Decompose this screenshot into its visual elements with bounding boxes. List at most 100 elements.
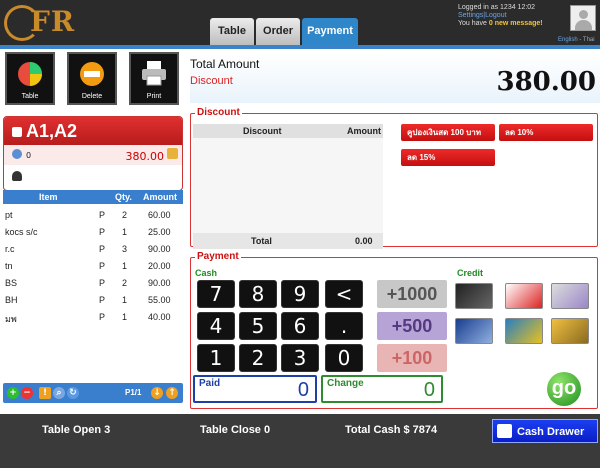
discount-label: Discount	[190, 75, 233, 87]
item-row[interactable]: tn P 1 20.00	[3, 259, 183, 275]
message-prefix: You have	[458, 20, 487, 27]
total-amount-value: 380.00	[496, 67, 596, 97]
print-button[interactable]: Print	[129, 52, 179, 105]
col-discount-amount: Amount	[347, 126, 381, 136]
items-header: Item Qty. Amount	[3, 190, 183, 204]
key-4[interactable]: 4	[197, 312, 235, 340]
discount-section: Discount Discount Amount Total 0.00 คูปอ…	[190, 107, 598, 249]
col-qty: Qty.	[115, 192, 132, 202]
payment-legend: Payment	[195, 251, 241, 262]
add-1000-button[interactable]: +1000	[377, 280, 447, 308]
credit-card-5-icon[interactable]	[505, 318, 543, 344]
tab-order[interactable]: Order	[256, 18, 300, 45]
search-icon[interactable]: ⌕	[53, 387, 65, 399]
table-name-bar: A1,A2	[4, 117, 182, 145]
key-8[interactable]: 8	[239, 280, 277, 308]
message-count[interactable]: 0 new message!	[489, 20, 543, 27]
add-100-button[interactable]: +100	[377, 344, 447, 372]
warning-icon[interactable]: !	[39, 387, 51, 399]
credit-card-4-icon[interactable]	[455, 318, 493, 344]
edit-guests-icon[interactable]	[167, 148, 178, 159]
discount-total-row: Total 0.00	[193, 233, 383, 249]
key-7[interactable]: 7	[197, 280, 235, 308]
lang-thai[interactable]: Thai	[583, 37, 595, 43]
discount-10-button[interactable]: ลด 10%	[499, 124, 593, 141]
item-row[interactable]: kocs s/c P 1 25.00	[3, 225, 183, 241]
discount-total-label: Total	[251, 236, 272, 246]
item-row[interactable]: pt P 2 60.00	[3, 208, 183, 224]
discount-legend: Discount	[195, 107, 242, 118]
change-value: 0	[423, 379, 435, 401]
delete-button[interactable]: Delete	[67, 52, 117, 105]
top-bar: FR Table Order Payment Logged in as 1234…	[0, 0, 600, 45]
table-button[interactable]: Table	[5, 52, 55, 105]
item-row[interactable]: มพ P 1 40.00	[3, 310, 183, 326]
table-close-count: Table Close 0	[200, 424, 271, 436]
table-icon	[12, 127, 22, 137]
pie-chart-icon	[18, 62, 42, 86]
key-5[interactable]: 5	[239, 312, 277, 340]
tab-payment[interactable]: Payment	[302, 18, 358, 45]
guest-count: 0	[26, 151, 32, 160]
col-item: Item	[39, 192, 58, 202]
lang-english[interactable]: English	[558, 37, 578, 43]
order-items-list: Item Qty. Amount pt P 2 60.00 kocs s/c P 1 25.…	[3, 190, 183, 404]
avatar[interactable]	[570, 5, 596, 31]
login-info: Logged in as 1234 12:02 Settings|Logout …	[458, 4, 568, 28]
credit-card-3-icon[interactable]	[551, 283, 589, 309]
left-panel: Table Delete Print A1,A2 0 380.00 Item Q…	[0, 49, 186, 409]
tab-table[interactable]: Table	[210, 18, 254, 45]
payment-section: Payment Cash Credit 7 8 9 < 4 5 6 . 1 2 …	[190, 251, 598, 409]
settings-link[interactable]: Settings	[458, 12, 483, 19]
key-9[interactable]: 9	[281, 280, 319, 308]
key-3[interactable]: 3	[281, 344, 319, 372]
paid-label: Paid	[199, 378, 221, 389]
payment-panel: Total Amount Discount 380.00 Discount Di…	[190, 49, 600, 409]
printer-icon	[142, 61, 166, 86]
key-0[interactable]: 0	[325, 344, 363, 372]
add-500-button[interactable]: +500	[377, 312, 447, 340]
go-button[interactable]: go	[547, 372, 581, 406]
total-summary: Total Amount Discount 380.00	[190, 53, 600, 103]
key-2[interactable]: 2	[239, 344, 277, 372]
credit-card-6-icon[interactable]	[551, 318, 589, 344]
table-info-card: A1,A2 0 380.00	[3, 116, 183, 191]
credit-card-1-icon[interactable]	[455, 283, 493, 309]
items-toolbar: + − ! ⌕ ↻ P1/1 ↓ ↑	[3, 383, 183, 403]
item-row[interactable]: BH P 1 55.00	[3, 293, 183, 309]
change-label: Change	[327, 378, 364, 389]
guests-icon	[12, 149, 22, 159]
delete-icon	[80, 62, 104, 86]
discount-15-button[interactable]: ลด 15%	[401, 149, 495, 166]
remove-item-icon[interactable]: −	[21, 387, 33, 399]
page-down-icon[interactable]: ↓	[151, 387, 163, 399]
table-button-label: Table	[21, 93, 39, 100]
credit-label: Credit	[457, 268, 484, 278]
change-field: Change 0	[321, 375, 443, 403]
discount-coupon-100-button[interactable]: คูปองเงินสด 100 บาท	[401, 124, 495, 141]
cash-drawer-icon	[497, 424, 512, 438]
print-button-label: Print	[146, 93, 162, 100]
key-1[interactable]: 1	[197, 344, 235, 372]
item-row[interactable]: r.c P 3 90.00	[3, 242, 183, 258]
cash-label: Cash	[195, 268, 218, 278]
footer-bar: Table Open 3 Table Close 0 Total Cash $ …	[0, 414, 600, 468]
logout-link[interactable]: Logout	[485, 12, 506, 19]
paid-field[interactable]: Paid 0	[193, 375, 317, 403]
col-discount: Discount	[243, 126, 282, 136]
key-backspace[interactable]: <	[325, 280, 363, 308]
logo-text: FR	[30, 5, 76, 38]
credit-card-2-icon[interactable]	[505, 283, 543, 309]
item-row[interactable]: BS P 2 90.00	[3, 276, 183, 292]
page-indicator: P1/1	[125, 388, 142, 397]
page-up-icon[interactable]: ↑	[166, 387, 178, 399]
cash-drawer-button[interactable]: Cash Drawer	[492, 419, 598, 443]
paid-value: 0	[297, 379, 309, 401]
key-6[interactable]: 6	[281, 312, 319, 340]
cash-drawer-label: Cash Drawer	[517, 426, 585, 438]
discount-table: Discount Amount Total 0.00	[193, 124, 383, 249]
refresh-icon[interactable]: ↻	[67, 387, 79, 399]
key-decimal[interactable]: .	[325, 312, 363, 340]
discount-table-header: Discount Amount	[193, 124, 383, 138]
add-item-icon[interactable]: +	[7, 387, 19, 399]
